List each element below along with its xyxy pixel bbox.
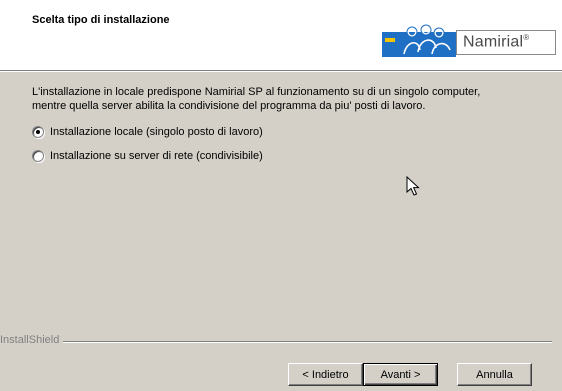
mouse-pointer-icon	[406, 176, 420, 196]
description-line: mentre quella server abilita la condivis…	[32, 100, 426, 112]
logo-text: Namirial®	[463, 33, 530, 51]
option-label: Installazione su server di rete (condivi…	[50, 150, 263, 162]
installshield-separator: InstallShield	[0, 334, 562, 347]
next-button[interactable]: Avanti >	[363, 363, 438, 386]
option-local-install[interactable]: Installazione locale (singolo posto di l…	[32, 124, 263, 140]
people-logo-icon	[382, 24, 456, 57]
page-title: Scelta tipo di installazione	[32, 14, 170, 26]
description-line: L'installazione in locale predispone Nam…	[32, 86, 481, 98]
dialog-header: Scelta tipo di installazione Namirial®	[0, 0, 562, 72]
installer-dialog: Scelta tipo di installazione Namirial® L…	[0, 0, 562, 391]
radio-button[interactable]	[32, 150, 44, 162]
install-description: L'installazione in locale predispone Nam…	[32, 85, 532, 113]
installshield-brand: InstallShield	[0, 334, 64, 346]
radio-button-checked[interactable]	[32, 126, 44, 138]
cancel-button[interactable]: Annulla	[457, 363, 532, 386]
option-server-install[interactable]: Installazione su server di rete (condivi…	[32, 148, 263, 164]
back-button[interactable]: < Indietro	[288, 363, 363, 386]
namirial-logo: Namirial®	[382, 24, 558, 59]
option-label: Installazione locale (singolo posto di l…	[50, 126, 263, 138]
